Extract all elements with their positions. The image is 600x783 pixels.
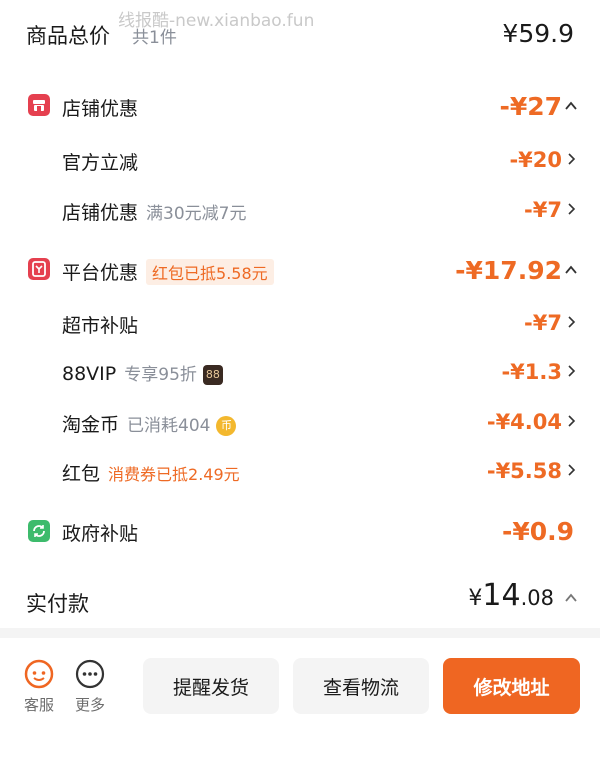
store-icon bbox=[28, 94, 50, 116]
chevron-right-icon[interactable] bbox=[564, 152, 578, 166]
platform-discount-amount: -¥17.92 bbox=[455, 256, 562, 285]
chevron-right-icon[interactable] bbox=[564, 315, 578, 329]
vip-badge-icon: 88 bbox=[202, 364, 223, 385]
actual-payment-amount: ¥14.08 bbox=[468, 578, 554, 613]
customer-service-icon[interactable] bbox=[24, 659, 54, 689]
vip-desc: 专享95折 bbox=[124, 365, 197, 385]
store-coupon-amount: -¥7 bbox=[524, 198, 562, 222]
red-packet-tag: 红包已抵5.58元 bbox=[146, 259, 274, 285]
supermarket-subsidy-amount: -¥7 bbox=[524, 311, 562, 335]
change-address-button[interactable]: 修改地址 bbox=[443, 658, 580, 714]
store-coupon-desc: 满30元减7元 bbox=[146, 204, 247, 224]
gov-subsidy-amount: -¥0.9 bbox=[501, 517, 574, 546]
platform-discount-label: 平台优惠 bbox=[62, 262, 139, 284]
goods-total-price: ¥59.9 bbox=[502, 19, 574, 48]
official-discount-amount: -¥20 bbox=[509, 148, 562, 172]
remind-shipping-button[interactable]: 提醒发货 bbox=[143, 658, 279, 714]
goods-count: 共1件 bbox=[132, 28, 177, 48]
more-label[interactable]: 更多 bbox=[75, 694, 105, 715]
red-packet-desc: 消费券已抵2.49元 bbox=[108, 465, 240, 484]
chevron-up-icon[interactable] bbox=[564, 263, 578, 277]
taojinbi-desc: 已消耗404 bbox=[127, 416, 211, 436]
store-discount-label: 店铺优惠 bbox=[62, 98, 139, 120]
chevron-right-icon[interactable] bbox=[564, 463, 578, 477]
chevron-up-icon[interactable] bbox=[564, 99, 578, 113]
actual-payment-label: 实付款 bbox=[26, 592, 89, 616]
chevron-up-icon[interactable] bbox=[564, 591, 578, 605]
goods-total-label: 商品总价 bbox=[26, 24, 110, 48]
supermarket-subsidy-label: 超市补贴 bbox=[62, 315, 139, 337]
view-logistics-button[interactable]: 查看物流 bbox=[293, 658, 429, 714]
gov-subsidy-label: 政府补贴 bbox=[62, 523, 139, 545]
taojinbi-amount: -¥4.04 bbox=[486, 410, 562, 434]
chevron-right-icon[interactable] bbox=[564, 202, 578, 216]
red-packet-icon bbox=[28, 258, 50, 280]
divider bbox=[0, 628, 600, 638]
taojinbi-label: 淘金币 bbox=[62, 414, 120, 436]
customer-service-label[interactable]: 客服 bbox=[24, 694, 54, 715]
store-coupon-label: 店铺优惠 bbox=[62, 202, 139, 224]
store-discount-amount: -¥27 bbox=[499, 92, 562, 121]
vip-label: 88VIP bbox=[62, 363, 117, 385]
red-packet-amount: -¥5.58 bbox=[486, 459, 562, 483]
coin-icon: 币 bbox=[216, 415, 237, 436]
refresh-icon bbox=[28, 520, 50, 542]
vip-amount: -¥1.3 bbox=[501, 360, 562, 384]
official-discount-label: 官方立减 bbox=[62, 152, 139, 174]
chevron-right-icon[interactable] bbox=[564, 364, 578, 378]
more-icon[interactable] bbox=[75, 659, 105, 689]
chevron-right-icon[interactable] bbox=[564, 414, 578, 428]
red-packet-label: 红包 bbox=[62, 463, 101, 485]
